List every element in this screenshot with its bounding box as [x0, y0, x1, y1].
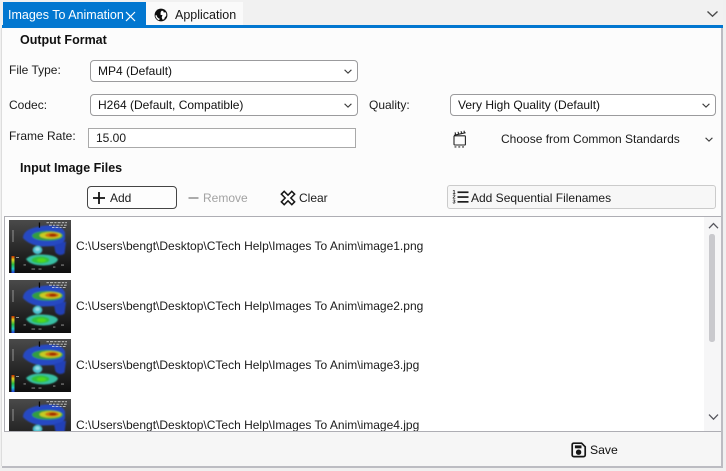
svg-text:3: 3	[453, 200, 456, 205]
